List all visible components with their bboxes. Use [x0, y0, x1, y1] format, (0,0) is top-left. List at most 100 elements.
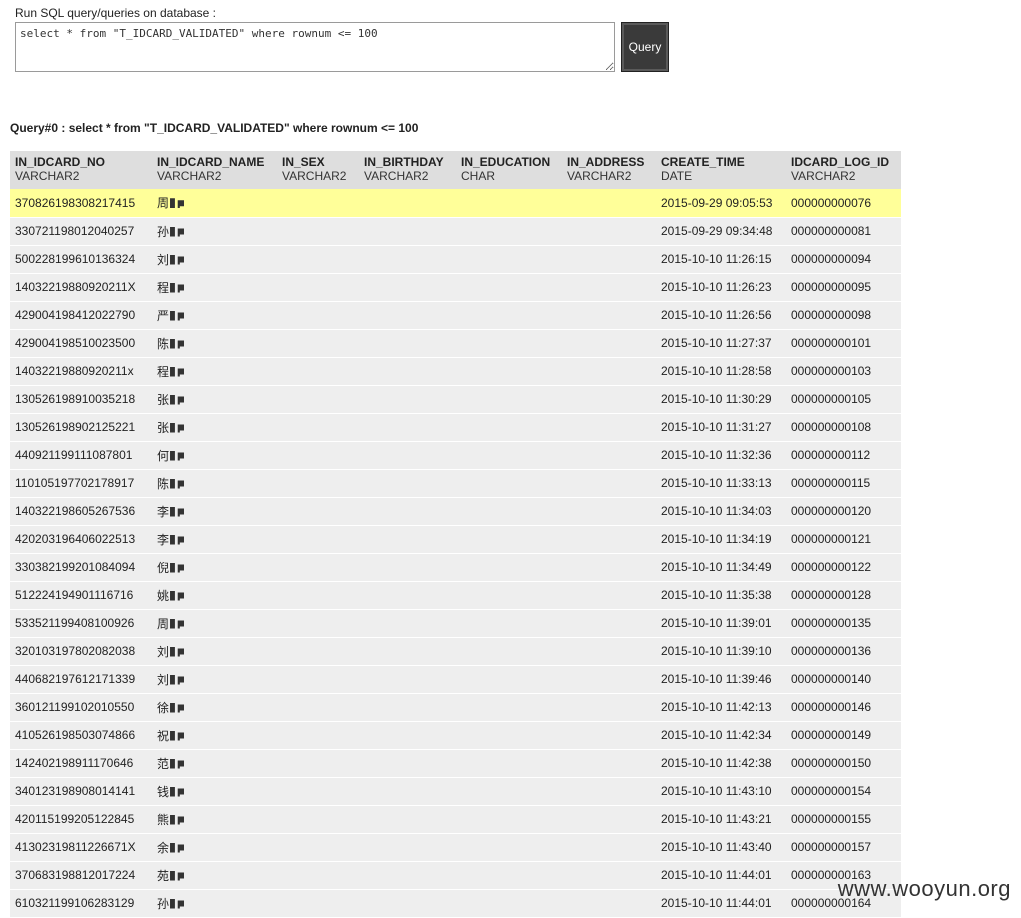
cell-idcard-no-text: 130526198902125221 — [15, 420, 136, 434]
cell-create-time-text: 2015-10-10 11:43:10 — [661, 784, 772, 798]
cell-education — [456, 469, 562, 498]
cell-log-id: 000000000094 — [786, 245, 901, 274]
cell-sex — [277, 581, 359, 610]
cell-create-time: 2015-10-10 11:44:01 — [656, 889, 786, 918]
cell-idcard-name: 李 — [152, 497, 277, 526]
cell-birthday — [359, 805, 456, 834]
table-row: 440921199111087801 何 2015-10-10 11:32:36 00… — [10, 441, 901, 470]
cell-idcard-name-text: 孙 — [157, 896, 170, 911]
column-name: IN_SEX — [282, 155, 325, 169]
cell-idcard-no-text: 370826198308217415 — [15, 195, 136, 210]
cell-log-id: 000000000146 — [786, 693, 901, 722]
cell-create-time-text: 2015-10-10 11:39:10 — [661, 644, 772, 658]
cell-idcard-no: 420115199205122845 — [10, 805, 152, 834]
cell-education — [456, 693, 562, 722]
cell-idcard-name: 严 — [152, 301, 277, 330]
cell-create-time: 2015-10-10 11:27:37 — [656, 329, 786, 358]
cell-log-id: 000000000121 — [786, 525, 901, 554]
results-header-row: IN_IDCARD_NO VARCHAR2 IN_IDCARD_NAME VAR… — [10, 151, 901, 189]
cell-sex — [277, 217, 359, 246]
cell-log-id-text: 000000000105 — [791, 392, 872, 406]
cell-sex — [277, 833, 359, 862]
cell-log-id-text: 000000000146 — [791, 700, 872, 714]
cell-birthday — [359, 553, 456, 582]
cell-log-id: 000000000135 — [786, 609, 901, 638]
cell-create-time: 2015-10-10 11:34:49 — [656, 553, 786, 582]
column-type: VARCHAR2 — [157, 169, 222, 183]
cell-education — [456, 329, 562, 358]
cell-address — [562, 385, 656, 414]
cell-sex — [277, 889, 359, 918]
cell-education — [456, 721, 562, 750]
cell-create-time: 2015-10-10 11:26:23 — [656, 273, 786, 302]
cell-idcard-name-text: 余 — [157, 840, 170, 855]
cell-log-id: 000000000103 — [786, 357, 901, 386]
cell-create-time: 2015-10-10 11:33:13 — [656, 469, 786, 498]
cell-birthday — [359, 665, 456, 694]
cell-idcard-name-text: 陈 — [157, 476, 170, 491]
redaction-mask — [170, 394, 185, 405]
cell-sex — [277, 861, 359, 890]
table-row: 429004198412022790 严 2015-10-10 11:26:56 00… — [10, 301, 901, 330]
redaction-mask — [170, 562, 185, 573]
cell-log-id: 000000000120 — [786, 497, 901, 526]
table-row: 340123198908014141 钱 2015-10-10 11:43:10 00… — [10, 777, 901, 806]
cell-education — [456, 497, 562, 526]
cell-create-time: 2015-10-10 11:43:10 — [656, 777, 786, 806]
cell-log-id: 000000000149 — [786, 721, 901, 750]
cell-address — [562, 553, 656, 582]
table-row: 500228199610136324 刘 2015-10-10 11:26:15 00… — [10, 245, 901, 274]
cell-idcard-no-text: 429004198510023500 — [15, 336, 136, 350]
cell-log-id-text: 000000000140 — [791, 672, 872, 686]
cell-address — [562, 889, 656, 918]
cell-education — [456, 189, 562, 218]
cell-sex — [277, 721, 359, 750]
redaction-mask — [170, 506, 185, 517]
sql-query-input[interactable]: select * from "T_IDCARD_VALIDATED" where… — [15, 22, 615, 72]
column-type: DATE — [661, 169, 693, 183]
cell-create-time: 2015-10-10 11:32:36 — [656, 441, 786, 470]
table-row: 512224194901116716 姚 2015-10-10 11:35:38 00… — [10, 581, 901, 610]
cell-create-time: 2015-10-10 11:43:40 — [656, 833, 786, 862]
col-header-education: IN_EDUCATION CHAR — [456, 151, 562, 189]
cell-sex — [277, 665, 359, 694]
cell-address — [562, 217, 656, 246]
col-header-sex: IN_SEX VARCHAR2 — [277, 151, 359, 189]
cell-create-time: 2015-10-10 11:30:29 — [656, 385, 786, 414]
cell-log-id-text: 000000000149 — [791, 728, 872, 742]
cell-log-id-text: 000000000115 — [791, 476, 871, 490]
redaction-mask — [170, 758, 185, 769]
cell-idcard-name-text: 孙 — [157, 224, 170, 239]
cell-idcard-no: 360121199102010550 — [10, 693, 152, 722]
cell-address — [562, 637, 656, 666]
cell-idcard-no: 340123198908014141 — [10, 777, 152, 806]
redaction-mask — [170, 842, 185, 853]
cell-create-time: 2015-10-10 11:26:15 — [656, 245, 786, 274]
cell-log-id-text: 000000000112 — [791, 448, 871, 462]
cell-create-time-text: 2015-10-10 11:39:01 — [661, 616, 772, 630]
cell-create-time-text: 2015-10-10 11:34:03 — [661, 504, 772, 518]
cell-log-id-text: 000000000120 — [791, 504, 872, 518]
cell-sex — [277, 301, 359, 330]
cell-education — [456, 301, 562, 330]
cell-idcard-name-text: 徐 — [157, 700, 170, 715]
cell-idcard-name-text: 程 — [157, 280, 170, 295]
cell-idcard-no: 420203196406022513 — [10, 525, 152, 554]
cell-birthday — [359, 301, 456, 330]
cell-idcard-no: 370826198308217415 — [10, 189, 152, 218]
cell-create-time: 2015-09-29 09:34:48 — [656, 217, 786, 246]
query-button[interactable]: Query — [621, 22, 669, 72]
cell-idcard-name-text: 刘 — [157, 252, 170, 267]
cell-log-id-text: 000000000098 — [791, 308, 872, 322]
cell-idcard-name-text: 范 — [157, 756, 170, 771]
cell-create-time-text: 2015-09-29 09:05:53 — [661, 195, 773, 210]
cell-idcard-name: 苑 — [152, 861, 277, 890]
cell-idcard-no: 140322198605267536 — [10, 497, 152, 526]
cell-create-time: 2015-09-29 09:05:53 — [656, 189, 786, 218]
cell-log-id-text: 000000000076 — [791, 195, 872, 210]
cell-idcard-name: 陈 — [152, 469, 277, 498]
cell-create-time-text: 2015-10-10 11:43:21 — [661, 812, 772, 826]
column-name: CREATE_TIME — [661, 155, 745, 169]
cell-idcard-no-text: 440921199111087801 — [15, 448, 133, 462]
watermark: www.wooyun.org — [837, 876, 1011, 901]
